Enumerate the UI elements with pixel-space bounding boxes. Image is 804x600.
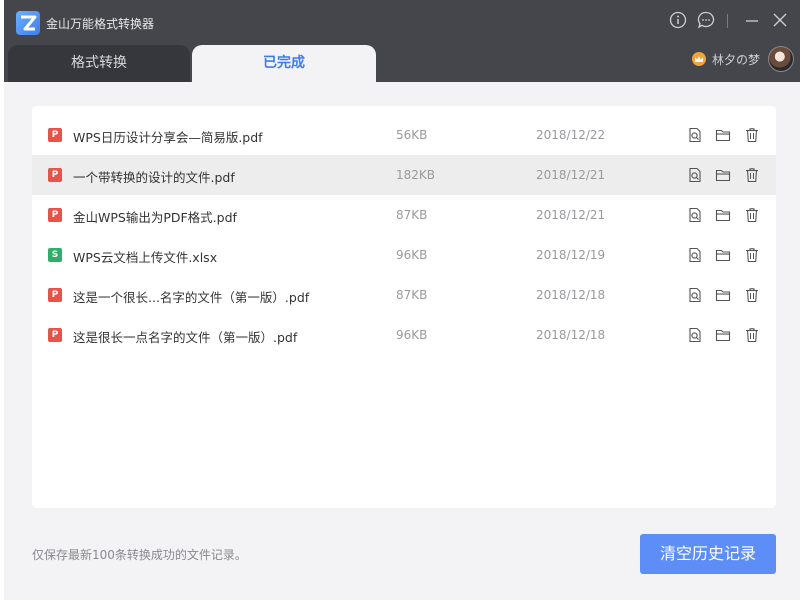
file-name: 这是很长一点名字的文件（第一版）.pdf (73, 330, 298, 345)
delete-icon[interactable] (744, 327, 760, 343)
title-bar: 金山万能格式转换器 格式转换 已完成 林夕の梦 (4, 0, 800, 82)
file-date: 2018/12/18 (536, 328, 606, 342)
file-size: 182KB (396, 168, 436, 182)
preview-icon[interactable] (687, 247, 703, 263)
history-retention-note: 仅保存最新100条转换成功的文件记录。 (32, 548, 247, 562)
file-size: 96KB (396, 328, 428, 342)
preview-icon[interactable] (687, 287, 703, 303)
file-row[interactable]: P 这是一个很长...名字的文件（第一版）.pdf 87KB 2018/12/1… (32, 275, 776, 315)
pdf-file-icon: P (48, 168, 62, 182)
pdf-file-icon: P (48, 328, 62, 342)
open-folder-icon[interactable] (715, 167, 731, 183)
tab-format-convert[interactable]: 格式转换 (8, 45, 190, 82)
close-icon[interactable] (771, 11, 789, 29)
delete-icon[interactable] (744, 127, 760, 143)
user-account[interactable]: 林夕の梦 (692, 45, 795, 73)
preview-icon[interactable] (687, 207, 703, 223)
delete-icon[interactable] (744, 167, 760, 183)
clear-history-button[interactable]: 清空历史记录 (640, 534, 776, 574)
file-date: 2018/12/18 (536, 288, 606, 302)
file-row[interactable]: P 金山WPS输出为PDF格式.pdf 87KB 2018/12/21 (32, 195, 776, 235)
file-row[interactable]: P 一个带转换的设计的文件.pdf 182KB 2018/12/21 (32, 155, 776, 195)
tab-completed[interactable]: 已完成 (192, 45, 376, 82)
file-date: 2018/12/19 (536, 248, 606, 262)
file-name: WPS日历设计分享会—简易版.pdf (73, 130, 263, 145)
file-date: 2018/12/21 (536, 208, 606, 222)
file-row[interactable]: P 这是很长一点名字的文件（第一版）.pdf 96KB 2018/12/18 (32, 315, 776, 355)
info-icon[interactable] (669, 11, 687, 29)
file-size: 87KB (396, 288, 428, 302)
vip-crown-icon (692, 52, 706, 66)
file-name: WPS云文档上传文件.xlsx (73, 250, 218, 265)
preview-icon[interactable] (687, 167, 703, 183)
open-folder-icon[interactable] (715, 127, 731, 143)
file-name: 一个带转换的设计的文件.pdf (73, 170, 235, 185)
spreadsheet-file-icon: S (48, 248, 62, 262)
feedback-icon[interactable] (697, 11, 715, 29)
file-date: 2018/12/21 (536, 168, 606, 182)
file-name: 金山WPS输出为PDF格式.pdf (73, 210, 237, 225)
file-name: 这是一个很长...名字的文件（第一版）.pdf (73, 290, 310, 305)
delete-icon[interactable] (744, 287, 760, 303)
preview-icon[interactable] (687, 327, 703, 343)
file-row[interactable]: S WPS云文档上传文件.xlsx 96KB 2018/12/19 (32, 235, 776, 275)
open-folder-icon[interactable] (715, 287, 731, 303)
file-row[interactable]: P WPS日历设计分享会—简易版.pdf 56KB 2018/12/22 (32, 115, 776, 155)
pdf-file-icon: P (48, 208, 62, 222)
preview-icon[interactable] (687, 127, 703, 143)
app-title: 金山万能格式转换器 (46, 17, 155, 31)
file-size: 87KB (396, 208, 428, 222)
titlebar-divider (727, 14, 728, 28)
avatar[interactable] (768, 46, 795, 72)
minimize-icon[interactable] (743, 11, 761, 29)
delete-icon[interactable] (744, 207, 760, 223)
app-window: 金山万能格式转换器 格式转换 已完成 林夕の梦 P WPS日历设计分享会—简易版… (4, 0, 800, 600)
open-folder-icon[interactable] (715, 327, 731, 343)
app-logo-icon (16, 11, 40, 35)
pdf-file-icon: P (48, 128, 62, 142)
file-size: 96KB (396, 248, 428, 262)
completed-file-list: P WPS日历设计分享会—简易版.pdf 56KB 2018/12/22 P 一… (32, 106, 776, 508)
delete-icon[interactable] (744, 247, 760, 263)
open-folder-icon[interactable] (715, 247, 731, 263)
file-date: 2018/12/22 (536, 128, 606, 142)
file-size: 56KB (396, 128, 428, 142)
user-name: 林夕の梦 (712, 52, 761, 67)
pdf-file-icon: P (48, 288, 62, 302)
open-folder-icon[interactable] (715, 207, 731, 223)
